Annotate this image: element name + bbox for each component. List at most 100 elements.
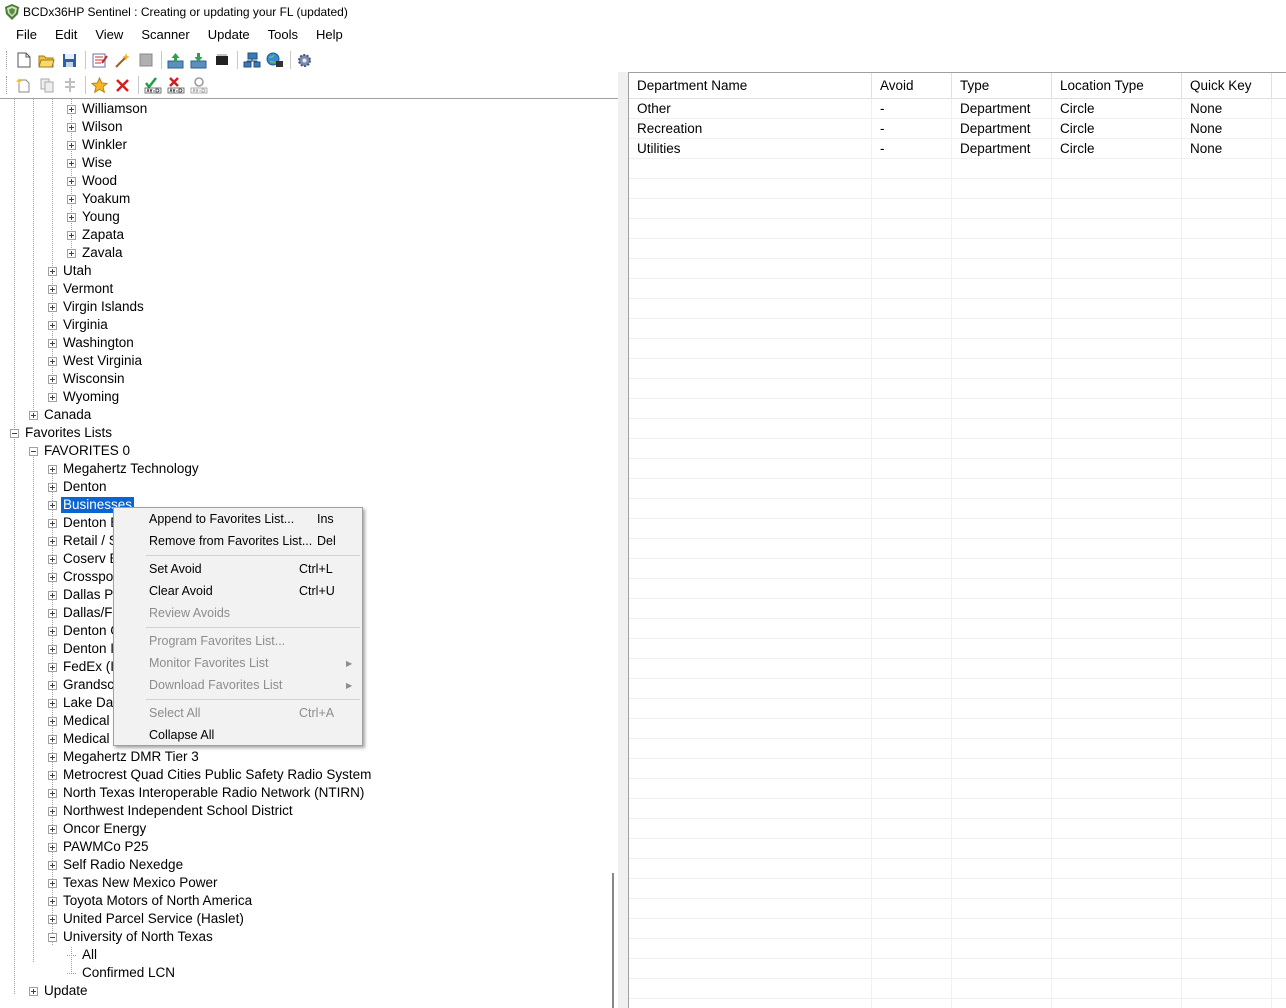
tree-item-label[interactable]: Confirmed LCN	[80, 965, 177, 981]
tree-item[interactable]: Washington	[48, 334, 136, 352]
menu-tools[interactable]: Tools	[259, 25, 307, 45]
tree-item[interactable]: Zavala	[67, 244, 125, 262]
review-avoid-icon[interactable]	[188, 75, 209, 96]
menu-item-append-to-favorites-list[interactable]: Append to Favorites List... Ins	[116, 508, 360, 530]
tree-item-label[interactable]: University of North Texas	[61, 929, 215, 945]
tree-item-label[interactable]: Wisconsin	[61, 371, 127, 387]
tree-item[interactable]: Lake Da	[48, 694, 115, 712]
tree-item[interactable]: Zapata	[67, 226, 126, 244]
tree-item-label[interactable]: Denton	[61, 479, 109, 495]
tree-item-label[interactable]: Williamson	[80, 101, 149, 117]
tree-item-label[interactable]: Wood	[80, 173, 119, 189]
tree-item-label[interactable]: Washington	[61, 335, 136, 351]
tree-item[interactable]: Megahertz DMR Tier 3	[48, 748, 201, 766]
tree-item-label[interactable]: Vermont	[61, 281, 115, 297]
tree-item[interactable]: Denton I	[48, 640, 116, 658]
expand-icon[interactable]	[48, 878, 57, 888]
tree-item-label[interactable]: United Parcel Service (Haslet)	[61, 911, 246, 927]
expand-icon[interactable]	[48, 536, 57, 546]
tree-item-label[interactable]: Winkler	[80, 137, 129, 153]
new-file-icon[interactable]	[13, 50, 34, 71]
tree-item[interactable]: PAWMCo P25	[48, 838, 151, 856]
wizard-icon[interactable]	[112, 50, 133, 71]
tree-item-label[interactable]: Lake Da	[61, 695, 115, 711]
expand-icon[interactable]	[48, 500, 57, 510]
expand-icon[interactable]	[67, 212, 76, 222]
tree-item[interactable]: Wood	[67, 172, 119, 190]
expand-icon[interactable]	[48, 824, 57, 834]
tree-item-label[interactable]: Denton I	[61, 641, 116, 657]
expand-icon[interactable]	[48, 914, 57, 924]
tree-item-label[interactable]: Oncor Energy	[61, 821, 148, 837]
expand-icon[interactable]	[67, 230, 76, 240]
tree-item[interactable]: Update	[29, 982, 90, 1000]
tree-item-label[interactable]: Toyota Motors of North America	[61, 893, 254, 909]
tree-item-label[interactable]: Canada	[42, 407, 93, 423]
expand-icon[interactable]	[48, 608, 57, 618]
tree-item[interactable]: Yoakum	[67, 190, 132, 208]
tree-item-label[interactable]: Crosspo	[61, 569, 115, 585]
table-row[interactable]: Recreation - Department Circle None	[629, 119, 1286, 139]
column-header-location-type[interactable]: Location Type	[1052, 73, 1182, 99]
toolbar-grip[interactable]	[6, 76, 9, 94]
tree-item[interactable]: Megahertz Technology	[48, 460, 201, 478]
menu-help[interactable]: Help	[307, 25, 352, 45]
expand-icon[interactable]	[48, 302, 57, 312]
expand-icon[interactable]	[48, 698, 57, 708]
expand-icon[interactable]	[48, 680, 57, 690]
tree-item-label[interactable]: Zavala	[80, 245, 125, 261]
tree-item[interactable]: Winkler	[67, 136, 129, 154]
tree-item-label[interactable]: Medical	[61, 713, 112, 729]
network-icon[interactable]	[241, 50, 262, 71]
tree-item[interactable]: West Virginia	[48, 352, 144, 370]
expand-icon[interactable]	[48, 626, 57, 636]
expand-icon[interactable]	[48, 464, 57, 474]
expand-icon[interactable]	[67, 176, 76, 186]
tree-item-label[interactable]: Wise	[80, 155, 114, 171]
tree-item-label[interactable]: Metrocrest Quad Cities Public Safety Rad…	[61, 767, 373, 783]
tree-item[interactable]: Williamson	[67, 100, 149, 118]
upload-icon[interactable]	[165, 50, 186, 71]
tree-item-label[interactable]: Megahertz DMR Tier 3	[61, 749, 201, 765]
tree-item-label[interactable]: Virgin Islands	[61, 299, 146, 315]
tree-item[interactable]: Wisconsin	[48, 370, 127, 388]
expand-icon[interactable]	[48, 896, 57, 906]
tree-item[interactable]: Virginia	[48, 316, 110, 334]
expand-icon[interactable]	[48, 338, 57, 348]
favorite-star-icon[interactable]	[89, 75, 110, 96]
expand-icon[interactable]	[48, 374, 57, 384]
tree-item-label[interactable]: Dallas P	[61, 587, 115, 603]
expand-icon[interactable]	[67, 248, 76, 258]
expand-icon[interactable]	[67, 140, 76, 150]
menu-scanner[interactable]: Scanner	[132, 25, 198, 45]
tree-item[interactable]: Utah	[48, 262, 94, 280]
tree-item-label[interactable]: Retail / S	[61, 533, 120, 549]
tree-item-label[interactable]: Coserv E	[61, 551, 121, 567]
menu-view[interactable]: View	[86, 25, 132, 45]
tree-item[interactable]: Metrocrest Quad Cities Public Safety Rad…	[48, 766, 373, 784]
menu-file[interactable]: File	[7, 25, 46, 45]
tree-item[interactable]: United Parcel Service (Haslet)	[48, 910, 246, 928]
tree-item[interactable]: Medical	[48, 712, 112, 730]
tree-item-label[interactable]: Grandsc	[61, 677, 116, 693]
expand-icon[interactable]	[48, 734, 57, 744]
expand-icon[interactable]	[48, 752, 57, 762]
menu-item-set-avoid[interactable]: Set Avoid Ctrl+L	[116, 558, 360, 580]
tree-item-label[interactable]: Favorites Lists	[23, 425, 114, 441]
tree-item-label[interactable]: PAWMCo P25	[61, 839, 151, 855]
expand-icon[interactable]	[48, 518, 57, 528]
expand-icon[interactable]	[48, 266, 57, 276]
download-icon[interactable]	[188, 50, 209, 71]
toolbar-grip[interactable]	[6, 51, 9, 69]
expand-icon[interactable]	[48, 572, 57, 582]
tree-item[interactable]: Vermont	[48, 280, 115, 298]
set-avoid-icon[interactable]	[142, 75, 163, 96]
save-icon[interactable]	[59, 50, 80, 71]
column-header-type[interactable]: Type	[952, 73, 1052, 99]
tree-item-label[interactable]: Wilson	[80, 119, 125, 135]
tree-item-label[interactable]: Virginia	[61, 317, 110, 333]
tree-item-label[interactable]: Self Radio Nexedge	[61, 857, 185, 873]
tree-item[interactable]: Northwest Independent School District	[48, 802, 295, 820]
menu-item-clear-avoid[interactable]: Clear Avoid Ctrl+U	[116, 580, 360, 602]
tree-item[interactable]: Denton C	[48, 622, 122, 640]
